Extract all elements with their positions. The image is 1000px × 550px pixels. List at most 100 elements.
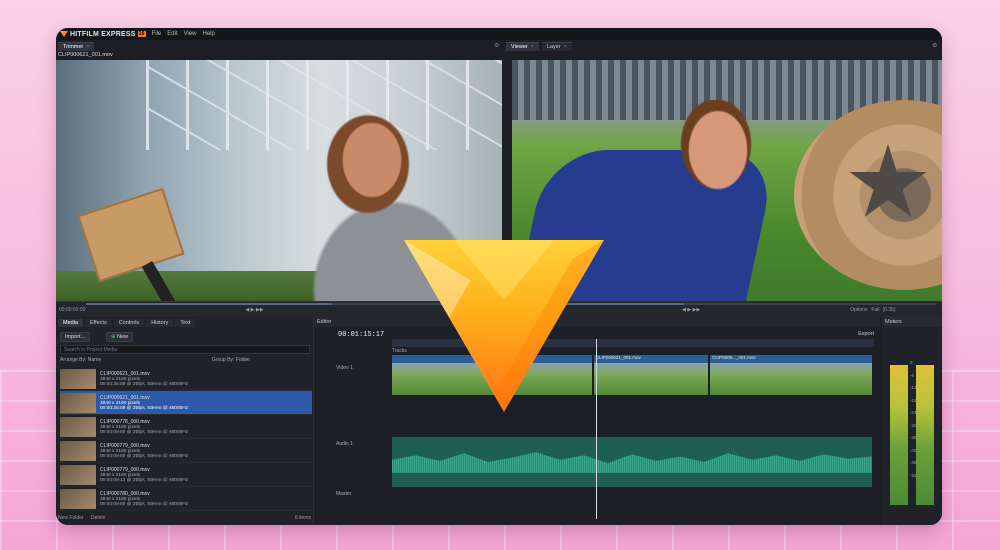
playhead[interactable]: [596, 339, 597, 519]
app-name: HITFILM EXPRESS: [70, 30, 136, 38]
master-track-label: Master: [336, 491, 352, 497]
meter-scale-label: -30: [910, 422, 917, 428]
tab-controls[interactable]: Controls: [113, 319, 145, 327]
media-search-input[interactable]: Search in Project Media: [60, 345, 310, 354]
new-button[interactable]: ⊕ New: [106, 332, 134, 342]
media-item[interactable]: CLIP000621_001.mov 3840 x 2160 pixels 00…: [60, 391, 312, 415]
menu-help[interactable]: Help: [203, 31, 215, 37]
audio-waveform: [392, 452, 872, 473]
tracks-label: Tracks: [392, 348, 407, 354]
video-clip[interactable]: CLIP0005..._001.mov: [710, 355, 872, 395]
meter-right: [916, 365, 934, 505]
media-thumbnail: [60, 488, 96, 509]
plus-icon: ⊕: [111, 334, 116, 340]
trimmer-scrub-bar[interactable]: [86, 303, 496, 305]
menu-file[interactable]: File: [152, 31, 162, 37]
media-thumbnail: [60, 368, 96, 389]
meter-scale-label: 0: [910, 360, 913, 365]
tab-viewer[interactable]: Viewer ×: [506, 41, 539, 51]
media-item-details: 00:00:09:00 @ 25fps, Stereo @ 48000Hz: [100, 453, 189, 459]
editor-tabbar: Editor: [314, 317, 880, 327]
viewer-options[interactable]: Options: [850, 307, 867, 313]
trimmer-clip-name: CLIP000621_001.mov: [58, 52, 113, 58]
audio-clip[interactable]: [392, 437, 872, 487]
menu-view[interactable]: View: [184, 31, 197, 37]
media-meta: CLIP000779_000.mov 3840 x 2160 pixels 00…: [100, 443, 188, 459]
meter-scale-label: -24: [910, 410, 917, 415]
play-icon[interactable]: ◀ ▶ ▶▶: [245, 307, 263, 313]
video-clip-label: CLIP000621_001.mov: [595, 355, 641, 360]
video-track: CLIP000621_001.mov CLIP0005..._001.mov: [392, 355, 872, 395]
meter-scale-label: -48: [910, 460, 917, 465]
media-item[interactable]: CLIP000779_000.mov 3840 x 2160 pixels 00…: [60, 439, 312, 463]
media-item[interactable]: CLIP000780_000.mov 3840 x 2160 pixels 00…: [60, 487, 312, 511]
video-track-label: Video 1: [336, 365, 353, 371]
media-thumbnail: [60, 464, 96, 485]
media-item[interactable]: CLIP000621_001.mov 3840 x 2160 pixels 00…: [60, 367, 312, 391]
meter-scale-label: -18: [910, 397, 917, 403]
hitfilm-logo-icon: [60, 31, 68, 37]
media-thumbnail: [60, 392, 96, 413]
media-item-details: 00:00:25:08 @ 25fps, Stereo @ 48000Hz: [100, 381, 189, 387]
media-tabs: Media Effects Controls History Text: [58, 319, 196, 327]
media-meta: CLIP000780_000.mov 3840 x 2160 pixels 00…: [100, 491, 188, 507]
media-thumbnail: [60, 440, 96, 461]
tab-effects[interactable]: Effects: [84, 319, 112, 327]
media-list: CLIP000621_001.mov 3840 x 2160 pixels 00…: [60, 367, 312, 511]
media-item-details: 00:00:09:00 @ 25fps, Stereo @ 48000Hz: [100, 501, 189, 507]
meters-panel: Meters 0 -6 -12 -18 -24 -30 -36 -42 -48 -54: [882, 317, 942, 525]
viewer-scale[interactable]: (0.35): [882, 307, 895, 313]
media-item-details: 00:00:09:00 @ 25fps, Stereo @ 48000Hz: [100, 429, 189, 435]
viewer-scrub-bar[interactable]: [516, 303, 936, 305]
group-by-select[interactable]: Group By: Folder: [212, 357, 250, 365]
meter-scale-label: -36: [910, 435, 917, 440]
meters-title: Meters: [882, 317, 942, 327]
editor-panel: Editor 00:01:15:17 Export Tracks Video 1…: [314, 317, 880, 525]
panel-menu-icon[interactable]: ⚙: [494, 42, 499, 49]
media-meta: CLIP000779_000.mov 3840 x 2160 pixels 00…: [100, 467, 188, 483]
video-clip-label: CLIP0005..._001.mov: [712, 355, 756, 360]
play-icon[interactable]: ◀ ▶ ▶▶: [682, 307, 700, 313]
import-button[interactable]: Import...: [60, 332, 91, 342]
media-meta: CLIP000778_000.mov 3840 x 2160 pixels 00…: [100, 419, 188, 435]
media-item-details: 00:00:09:13 @ 25fps, Stereo @ 48000Hz: [100, 477, 189, 483]
tab-media[interactable]: Media: [58, 319, 83, 327]
tab-layer[interactable]: Layer ×: [541, 41, 572, 51]
frame-hammer: [77, 187, 185, 283]
viewer-tabbar: Viewer × Layer ×: [506, 41, 572, 51]
tab-text[interactable]: Text: [175, 319, 196, 327]
meter-scale-label: -42: [910, 447, 917, 453]
tab-history[interactable]: History: [146, 319, 174, 327]
viewer-zoom[interactable]: Full: [871, 307, 879, 313]
menu-bar: HITFILM EXPRESS 16 File Edit View Help: [56, 28, 942, 40]
media-footer: New Folder Delete 6 items: [58, 515, 311, 523]
media-item-count: 6 items: [294, 515, 311, 521]
export-button[interactable]: Export: [858, 331, 874, 337]
media-item[interactable]: CLIP000778_000.mov 3840 x 2160 pixels 00…: [60, 415, 312, 439]
media-item[interactable]: CLIP000779_000.mov 3840 x 2160 pixels 00…: [60, 463, 312, 487]
close-icon[interactable]: ×: [564, 44, 567, 50]
menu-edit[interactable]: Edit: [167, 31, 177, 37]
media-arrange-bar: Arrange By: Name Group By: Folder: [60, 357, 310, 365]
frame-person-head: [678, 100, 758, 190]
media-meta: CLIP000621_001.mov 3840 x 2160 pixels 00…: [100, 395, 188, 411]
meter-scale: 0 -6 -12 -18 -24 -30 -36 -42 -48 -54: [910, 357, 917, 482]
meter-scale-label: -12: [910, 385, 917, 390]
trimmer-time: 00:00:00:00: [59, 306, 86, 313]
audio-track-label: Audio 1: [336, 441, 353, 447]
media-meta: CLIP000621_001.mov 3840 x 2160 pixels 00…: [100, 371, 188, 387]
panel-menu-icon[interactable]: ⚙: [932, 42, 937, 49]
video-clip-thumbnail: [710, 363, 872, 395]
arrange-by-select[interactable]: Arrange By: Name: [60, 357, 101, 365]
close-icon[interactable]: ×: [531, 44, 534, 50]
meter-left: [890, 365, 908, 505]
video-clip[interactable]: CLIP000621_001.mov: [593, 355, 709, 395]
new-folder-button[interactable]: New Folder: [58, 515, 84, 521]
close-icon[interactable]: ×: [86, 44, 89, 50]
app-logo: HITFILM EXPRESS 16: [60, 31, 146, 38]
tab-editor[interactable]: Editor: [317, 319, 331, 325]
delete-button[interactable]: Delete: [91, 515, 105, 521]
media-thumbnail: [60, 416, 96, 437]
meter-scale-label: -54: [910, 472, 917, 478]
app-version-badge: 16: [137, 31, 146, 37]
